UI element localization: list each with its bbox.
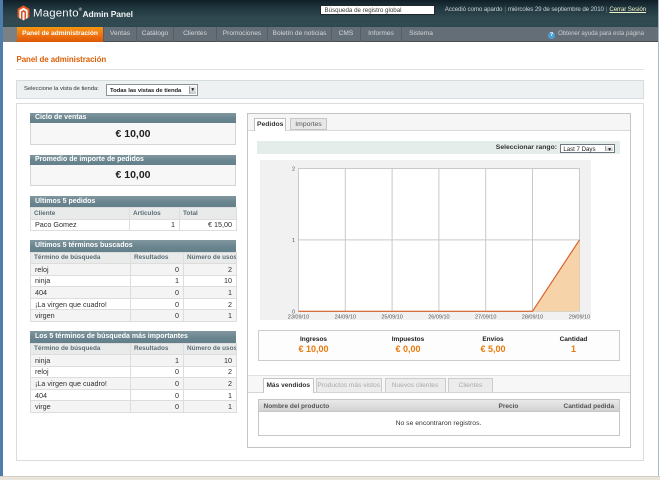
svg-text:25/09/10: 25/09/10 (381, 314, 402, 320)
svg-text:26/09/10: 26/09/10 (428, 314, 449, 320)
svg-text:24/09/10: 24/09/10 (335, 314, 356, 320)
svg-text:2: 2 (292, 166, 295, 172)
svg-text:29/09/10: 29/09/10 (569, 314, 590, 320)
svg-text:28/09/10: 28/09/10 (522, 314, 543, 320)
svg-text:23/09/10: 23/09/10 (288, 314, 309, 320)
svg-text:1: 1 (292, 238, 295, 244)
svg-text:27/09/10: 27/09/10 (475, 314, 496, 320)
